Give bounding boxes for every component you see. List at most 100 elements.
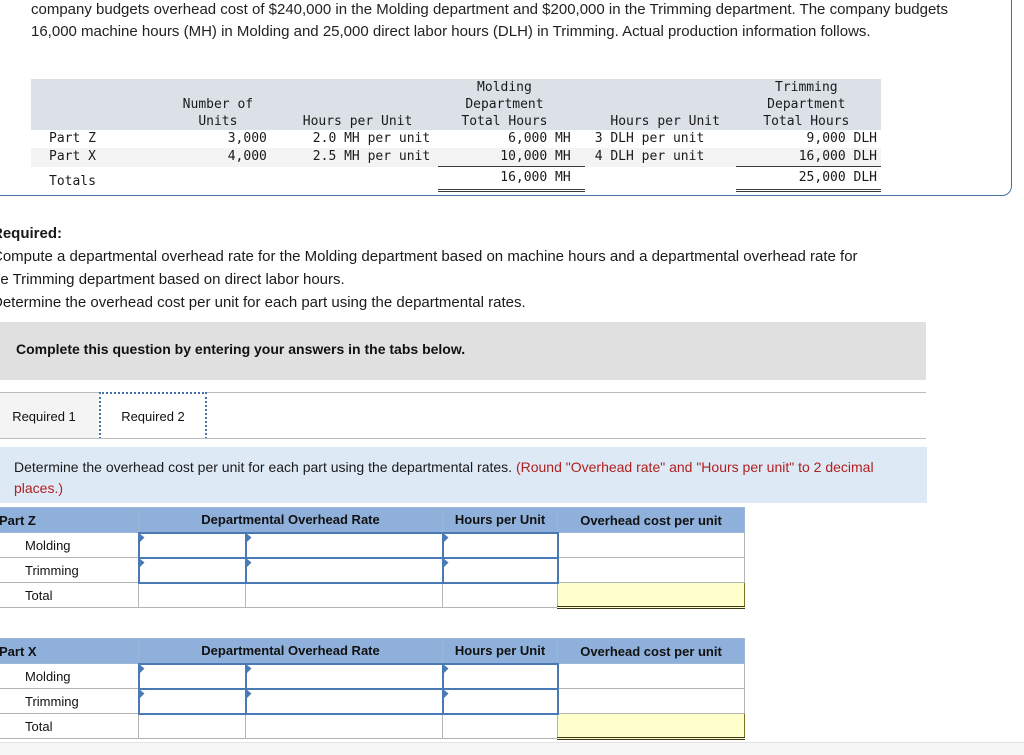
answer-table-body: Molding Trimming Total: [0, 531, 746, 609]
input-hours-molding[interactable]: [441, 531, 559, 559]
table-row: Trimming: [0, 687, 746, 715]
col-hours-per-unit: Hours per Unit: [442, 638, 559, 664]
table-row: Molding: [0, 531, 746, 559]
subheader-trimming-hours-per-unit: Hours per Unit: [610, 114, 720, 129]
tab-required-1[interactable]: Required 1: [0, 392, 100, 439]
required-item-1-cont: he Trimming department based on direct l…: [0, 271, 345, 288]
subheader-molding-total-hours: Total Hours: [461, 114, 548, 129]
input-rate-b-molding[interactable]: [244, 662, 444, 690]
row-label-molding: Molding: [0, 663, 139, 689]
instruction-band: Determine the overhead cost per unit for…: [0, 447, 927, 503]
cell-rate-a-total: [138, 582, 246, 608]
instruction-main: Determine the overhead cost per unit for…: [14, 459, 516, 475]
row-label-total: Total: [0, 582, 139, 608]
table-row-total: Total: [0, 582, 746, 609]
row-label-trimming: Trimming: [0, 557, 139, 583]
group-header-row: Number of Molding Department Trimming De…: [31, 79, 881, 113]
total-overhead-cost-per-unit: [557, 582, 746, 609]
answer-header-row: Part Z Departmental Overhead Rate Hours …: [0, 507, 746, 533]
banner-text: Complete this question by entering your …: [16, 341, 466, 357]
bottom-strip: [0, 742, 1024, 755]
input-rate-b-molding[interactable]: [244, 531, 444, 559]
answer-table-head: Part Z Departmental Overhead Rate Hours …: [0, 507, 746, 533]
row-molding-total: 16,000 MH: [438, 166, 585, 192]
production-data-table: Number of Molding Department Trimming De…: [31, 79, 881, 192]
cell-marker-icon: [443, 664, 449, 674]
table-row: Part X 4,000 2.5 MH per unit 10,000 MH 4…: [31, 148, 881, 167]
row-label: Part X: [49, 149, 96, 165]
cell-marker-icon: [139, 664, 145, 674]
header-molding-dept: Molding Department: [465, 80, 544, 112]
required-section: Required: Compute a departmental overhea…: [0, 222, 1012, 314]
cell-marker-icon: [246, 558, 252, 568]
row-molding-total: 10,000 MH: [438, 148, 585, 167]
input-rate-b-trimming[interactable]: [244, 556, 444, 584]
required-heading: Required:: [0, 225, 63, 242]
production-data-table-wrap: Number of Molding Department Trimming De…: [31, 79, 881, 192]
required-item-2: Determine the overhead cost per unit for…: [0, 294, 526, 311]
header-trimming-dept: Trimming Department: [767, 80, 846, 112]
cell-marker-icon: [443, 689, 449, 699]
input-rate-b-trimming[interactable]: [244, 687, 444, 715]
row-label: Totals: [49, 173, 96, 189]
tab-bar: Required 1 Required 2: [0, 392, 926, 440]
answer-table-part-z: Part Z Departmental Overhead Rate Hours …: [0, 507, 746, 609]
instruction-text: Determine the overhead cost per unit for…: [14, 457, 894, 499]
input-rate-a-trimming[interactable]: [137, 556, 247, 584]
cell-cost-molding: [557, 663, 746, 689]
cell-cost-molding: [557, 532, 746, 558]
row-label-molding: Molding: [0, 532, 139, 558]
cell-marker-icon: [139, 689, 145, 699]
col-hours-per-unit: Hours per Unit: [442, 507, 559, 533]
problem-panel: company budgets overhead cost of $240,00…: [0, 0, 1012, 196]
table-row: Trimming: [0, 556, 746, 584]
complete-question-banner: Complete this question by entering your …: [0, 322, 926, 380]
row-trimming-total: 16,000 DLH: [735, 148, 881, 167]
row-units: [169, 167, 285, 191]
answer-table-head: Part X Departmental Overhead Rate Hours …: [0, 638, 746, 664]
input-rate-a-trimming[interactable]: [137, 687, 247, 715]
input-hours-trimming[interactable]: [441, 556, 559, 584]
table-row: Molding: [0, 662, 746, 690]
cell-marker-icon: [139, 558, 145, 568]
row-label-trimming: Trimming: [0, 688, 139, 714]
input-hours-trimming[interactable]: [441, 687, 559, 715]
cell-rate-b-total: [244, 713, 444, 739]
subheader-trimming-total-hours: Total Hours: [763, 114, 850, 129]
col-departmental-overhead-rate: Departmental Overhead Rate: [137, 507, 444, 533]
part-label: Part Z: [0, 507, 139, 533]
cell-marker-icon: [139, 533, 145, 543]
cell-marker-icon: [246, 689, 252, 699]
input-rate-a-molding[interactable]: [137, 662, 247, 690]
cell-marker-icon: [443, 533, 449, 543]
row-label: Part Z: [49, 131, 96, 146]
subheader-blank: [31, 113, 169, 130]
input-hours-molding[interactable]: [441, 662, 559, 690]
problem-paragraph: company budgets overhead cost of $240,00…: [31, 1, 948, 40]
table-body: Part Z 3,000 2.0 MH per unit 6,000 MH 3 …: [31, 130, 881, 192]
row-label-total: Total: [0, 713, 139, 739]
tab-label: Required 2: [121, 409, 185, 424]
total-overhead-cost-per-unit: [557, 713, 746, 740]
row-units: 3,000: [227, 131, 267, 146]
col-overhead-cost-per-unit: Overhead cost per unit: [557, 507, 746, 533]
answer-table-part-x: Part X Departmental Overhead Rate Hours …: [0, 638, 746, 740]
header-number-of: Number of: [182, 97, 254, 112]
row-trimming-hpu: 4 DLH per unit: [594, 149, 705, 165]
tab-label: Required 1: [12, 408, 76, 424]
row-molding-hpu: [285, 167, 438, 191]
answer-table-body: Molding Trimming Total: [0, 662, 746, 740]
page-root: company budgets overhead cost of $240,00…: [0, 0, 1024, 755]
tab-underline: [0, 438, 926, 439]
cell-hours-total: [442, 582, 559, 608]
tab-required-2[interactable]: Required 2: [99, 392, 207, 439]
row-trimming-hpu: [585, 167, 736, 191]
input-rate-a-molding[interactable]: [137, 531, 247, 559]
col-overhead-cost-per-unit: Overhead cost per unit: [557, 638, 746, 664]
header-blank: [31, 79, 169, 113]
row-trimming-hpu: 3 DLH per unit: [594, 131, 705, 146]
required-item-1: Compute a departmental overhead rate for…: [0, 248, 858, 265]
part-label: Part X: [0, 638, 139, 664]
col-departmental-overhead-rate: Departmental Overhead Rate: [137, 638, 444, 664]
subheader-molding-hours-per-unit: Hours per Unit: [302, 114, 413, 129]
